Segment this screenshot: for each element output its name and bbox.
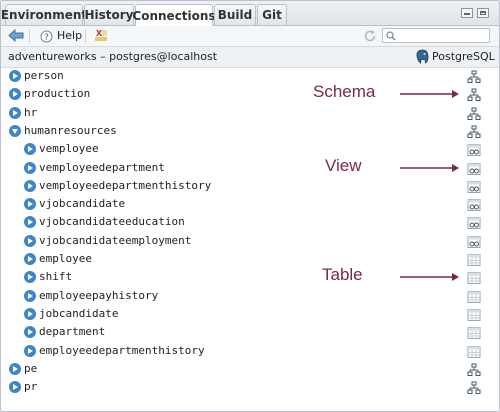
tree-row-schema[interactable]: person xyxy=(1,67,499,85)
back-arrow-icon[interactable] xyxy=(8,29,24,42)
toolbar: ? Help X xyxy=(1,26,499,47)
tree-row-table[interactable]: employee xyxy=(1,250,499,268)
expand-icon[interactable] xyxy=(24,326,36,339)
tab-git-label: Git xyxy=(262,8,282,22)
annotation-arrow xyxy=(400,90,459,99)
table-name: employee xyxy=(39,252,92,265)
object-tree: person production hr humanresources vemploye… xyxy=(1,67,499,411)
expand-icon[interactable] xyxy=(24,307,36,320)
connection-type: PostgreSQL xyxy=(432,50,495,63)
refresh-icon[interactable] xyxy=(363,29,377,43)
table-name: shift xyxy=(39,270,73,284)
tab-git[interactable]: Git xyxy=(257,4,287,25)
expand-icon[interactable] xyxy=(9,88,21,101)
annotation-label-schema: Schema xyxy=(313,82,376,102)
schema-name: pe xyxy=(24,361,38,375)
annotation-arrow xyxy=(400,273,459,282)
tree-row-schema[interactable]: pr xyxy=(1,378,499,396)
tab-build-label: Build xyxy=(217,8,253,22)
help-button[interactable]: Help xyxy=(57,29,82,42)
view-name: vemployeedepartmenthistory xyxy=(39,178,212,192)
view-name: vemployeedepartment xyxy=(39,160,165,174)
tab-build[interactable]: Build xyxy=(214,4,256,25)
expand-icon[interactable] xyxy=(24,289,36,302)
view-name: vemployee xyxy=(39,142,99,156)
expand-icon[interactable] xyxy=(24,271,36,284)
view-name: vjobcandidate xyxy=(39,197,126,211)
expand-icon[interactable] xyxy=(24,253,36,265)
expand-icon[interactable] xyxy=(24,216,36,229)
excel-export-icon[interactable]: X xyxy=(94,28,108,42)
tree-row-view[interactable]: vemployeedepartmenthistory xyxy=(1,177,499,195)
tree-row-view[interactable]: vjobcandidate xyxy=(1,195,499,213)
connection-title: adventureworks – postgres@localhost xyxy=(8,50,218,63)
tab-connections[interactable]: Connections xyxy=(132,4,216,26)
view-name: vjobcandidateeducation xyxy=(39,215,185,229)
expand-icon[interactable] xyxy=(9,70,21,82)
annotation-label-table: Table xyxy=(322,265,363,285)
collapse-icon[interactable] xyxy=(9,124,21,137)
tree-row-table[interactable]: employeepayhistory xyxy=(1,287,499,305)
tree-row-view[interactable]: vjobcandidateemployment xyxy=(1,232,499,250)
tab-history[interactable]: History xyxy=(84,4,134,25)
help-icon[interactable]: ? xyxy=(40,30,53,43)
tree-row-view[interactable]: vemployee xyxy=(1,140,499,158)
table-name: employeedepartmenthistory xyxy=(39,343,205,357)
expand-icon[interactable] xyxy=(9,106,21,119)
maximize-pane-button[interactable] xyxy=(477,8,489,18)
svg-text:X: X xyxy=(96,29,103,38)
toolbar-divider xyxy=(29,29,30,43)
connections-pane: Environment History Connections Build Gi… xyxy=(0,0,500,412)
minimize-pane-button[interactable] xyxy=(461,8,473,18)
postgresql-elephant-icon xyxy=(416,49,429,64)
annotation-label-view: View xyxy=(325,155,362,175)
view-name: vjobcandidateemployment xyxy=(39,233,192,247)
schema-name: production xyxy=(24,87,91,101)
table-name: department xyxy=(39,325,106,339)
expand-icon[interactable] xyxy=(24,198,36,211)
expand-icon[interactable] xyxy=(9,381,21,394)
schema-name: person xyxy=(24,69,64,82)
tree-row-schema[interactable]: pe xyxy=(1,360,499,378)
schema-name: pr xyxy=(24,380,38,394)
tree-row-schema[interactable]: humanresources xyxy=(1,122,499,140)
search-input[interactable] xyxy=(399,29,487,42)
schema-name: hr xyxy=(24,105,38,119)
tab-environment[interactable]: Environment xyxy=(1,4,87,25)
tab-bar: Environment History Connections Build Gi… xyxy=(1,1,499,26)
tab-connections-label: Connections xyxy=(132,8,216,23)
schema-name: humanresources xyxy=(24,123,117,137)
table-name: employeepayhistory xyxy=(39,288,159,302)
search-field[interactable] xyxy=(382,28,490,43)
table-name: jobcandidate xyxy=(39,306,119,320)
search-icon xyxy=(386,31,396,41)
expand-icon[interactable] xyxy=(24,234,36,247)
tab-environment-label: Environment xyxy=(0,8,88,22)
tree-row-view[interactable]: vjobcandidateeducation xyxy=(1,213,499,231)
schema-icon[interactable] xyxy=(467,380,481,399)
expand-icon[interactable] xyxy=(9,362,21,375)
tree-row-schema[interactable]: hr xyxy=(1,104,499,122)
expand-icon[interactable] xyxy=(24,143,36,156)
tab-history-label: History xyxy=(84,8,134,22)
annotation-arrow xyxy=(400,163,459,172)
toolbar-divider xyxy=(85,29,86,43)
tree-row-table[interactable]: employeedepartmenthistory xyxy=(1,342,499,360)
expand-icon[interactable] xyxy=(24,344,36,357)
connection-info-bar: adventureworks – postgres@localhost Post… xyxy=(1,47,499,68)
tree-row-table[interactable]: department xyxy=(1,323,499,341)
tree-row-table[interactable]: jobcandidate xyxy=(1,305,499,323)
expand-icon[interactable] xyxy=(24,161,36,174)
svg-text:?: ? xyxy=(44,33,49,43)
expand-icon[interactable] xyxy=(24,179,36,192)
